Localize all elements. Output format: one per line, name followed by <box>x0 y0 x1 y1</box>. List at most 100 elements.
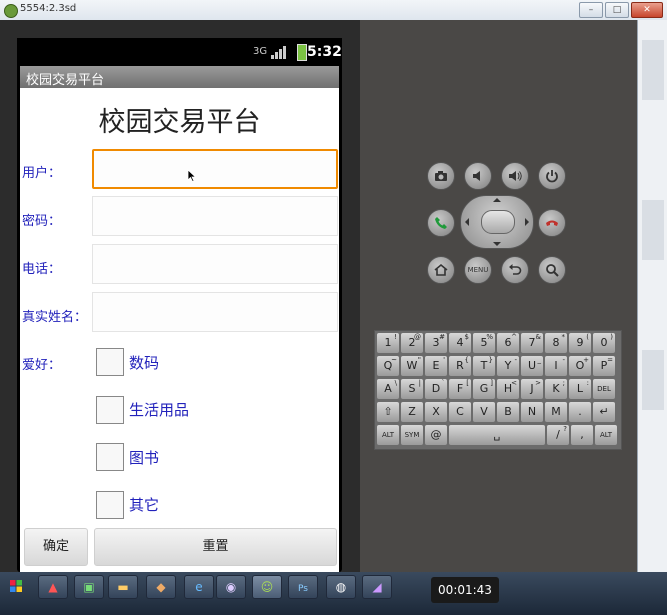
keyboard-key[interactable]: Z <box>401 402 423 422</box>
checkbox-digital[interactable] <box>96 348 124 376</box>
keyboard-key[interactable]: N <box>521 402 543 422</box>
key-alt-label: _ <box>537 356 542 364</box>
app-9-icon: ◍ <box>335 580 347 594</box>
search-button[interactable] <box>538 256 566 284</box>
keyboard-key[interactable]: R{ <box>449 356 471 376</box>
dpad[interactable] <box>460 195 534 249</box>
taskbar-browser[interactable]: e <box>184 575 214 599</box>
back-button[interactable] <box>501 256 529 284</box>
keyboard-key[interactable]: U _ <box>521 356 543 376</box>
taskbar-app-2[interactable]: ▣ <box>74 575 104 599</box>
keyboard-key[interactable]: 5% <box>473 333 495 353</box>
keyboard-key[interactable]: Q ~ <box>377 356 399 376</box>
keyboard-key[interactable]: 0) <box>593 333 615 353</box>
power-button[interactable] <box>538 162 566 190</box>
key-label: 8 <box>552 336 560 349</box>
realname-label: 真实姓名： <box>22 310 88 325</box>
key-label: 0 <box>600 336 608 349</box>
keyboard-key[interactable]: O + <box>569 356 591 376</box>
keyboard-key[interactable]: F[ <box>449 379 471 399</box>
keyboard-key[interactable]: ↵ <box>593 402 615 422</box>
keyboard-key[interactable]: ⇧ <box>377 402 399 422</box>
keyboard-key[interactable]: 2 @ <box>401 333 423 353</box>
volume-down-button[interactable] <box>464 162 492 190</box>
taskbar-app-1[interactable]: ▲ <box>38 575 68 599</box>
keyboard-key[interactable]: 8 * <box>545 333 567 353</box>
call-button[interactable] <box>427 209 455 237</box>
keyboard-key[interactable]: T} <box>473 356 495 376</box>
keyboard-key[interactable]: , <box>571 425 593 445</box>
keyboard-key[interactable]: 6 ^ <box>497 333 519 353</box>
taskbar-photoshop[interactable]: Ps <box>288 575 318 599</box>
password-input[interactable] <box>92 196 338 236</box>
keyboard-key[interactable]: K; <box>545 379 567 399</box>
keyboard-key[interactable]: J > <box>521 379 543 399</box>
keyboard-key[interactable]: L: <box>569 379 591 399</box>
volume-down-icon <box>473 171 480 181</box>
menu-button[interactable]: MENU <box>464 256 492 284</box>
taskbar-app-9[interactable]: ◍ <box>326 575 356 599</box>
key-alt-label: | <box>418 379 421 387</box>
minimize-button[interactable]: – <box>579 2 603 18</box>
keyboard-key[interactable]: 3 # <box>425 333 447 353</box>
keyboard-key[interactable]: V <box>473 402 495 422</box>
keyboard-key[interactable]: 4 $ <box>449 333 471 353</box>
confirm-button[interactable]: 确定 <box>24 528 88 566</box>
taskbar-eclipse[interactable]: ◉ <box>216 575 246 599</box>
network-indicator: 3G <box>253 46 268 57</box>
keyboard-key[interactable]: E ' <box>425 356 447 376</box>
phone-input[interactable] <box>92 244 338 284</box>
keyboard-key[interactable]: . <box>569 402 591 422</box>
keyboard-key[interactable]: ␣ <box>449 425 545 445</box>
keyboard-key[interactable]: A \ <box>377 379 399 399</box>
keyboard-key[interactable]: 7 & <box>521 333 543 353</box>
close-button[interactable]: ✕ <box>631 2 663 18</box>
taskbar-explorer[interactable]: ▬ <box>108 575 138 599</box>
key-label: N <box>527 405 537 418</box>
taskbar-app-4[interactable]: ◆ <box>146 575 176 599</box>
checkbox-other[interactable] <box>96 491 124 519</box>
keyboard-key[interactable]: M <box>545 402 567 422</box>
camera-button[interactable] <box>427 162 455 190</box>
dpad-center-button[interactable] <box>481 210 515 234</box>
start-button[interactable] <box>6 575 26 597</box>
keyboard-key[interactable]: /? <box>547 425 569 445</box>
user-input[interactable] <box>92 149 338 189</box>
keyboard-key[interactable]: 1! <box>377 333 399 353</box>
window-titlebar: 5554:2.3sd – □ ✕ <box>0 0 667 21</box>
key-alt-label: & <box>535 333 541 341</box>
keyboard-key[interactable]: DEL <box>593 379 615 399</box>
keyboard-key[interactable]: G] <box>473 379 495 399</box>
android-icon <box>4 4 18 18</box>
keyboard-key[interactable]: @ <box>425 425 447 445</box>
keyboard-key[interactable]: C <box>449 402 471 422</box>
key-alt-label: * <box>561 333 566 341</box>
keyboard-key[interactable]: B <box>497 402 519 422</box>
checkbox-daily-goods[interactable] <box>96 396 124 424</box>
realname-input[interactable] <box>92 292 338 332</box>
key-label: / <box>556 428 560 441</box>
home-button[interactable] <box>427 256 455 284</box>
volume-up-button[interactable] <box>501 162 529 190</box>
keyboard-key[interactable]: D ` <box>425 379 447 399</box>
taskbar-app-10[interactable]: ◢ <box>362 575 392 599</box>
keyboard-key[interactable]: Y- <box>497 356 519 376</box>
checkbox-books[interactable] <box>96 443 124 471</box>
keyboard-key[interactable]: X <box>425 402 447 422</box>
keyboard-key[interactable]: H < <box>497 379 519 399</box>
key-label: E <box>432 359 440 372</box>
taskbar-emulator[interactable]: ☺ <box>252 575 282 599</box>
end-call-button[interactable] <box>538 209 566 237</box>
keyboard-key[interactable]: SYM <box>401 425 423 445</box>
key-label: W <box>406 359 418 372</box>
keyboard-key[interactable]: P = <box>593 356 615 376</box>
reset-button[interactable]: 重置 <box>94 528 337 566</box>
keyboard-key[interactable]: I- <box>545 356 567 376</box>
maximize-button[interactable]: □ <box>605 2 629 18</box>
key-label: 7 <box>528 336 536 349</box>
keyboard-key[interactable]: W " <box>401 356 423 376</box>
keyboard-key[interactable]: ALT <box>595 425 617 445</box>
keyboard-key[interactable]: S | <box>401 379 423 399</box>
keyboard-key[interactable]: ALT <box>377 425 399 445</box>
keyboard-key[interactable]: 9( <box>569 333 591 353</box>
